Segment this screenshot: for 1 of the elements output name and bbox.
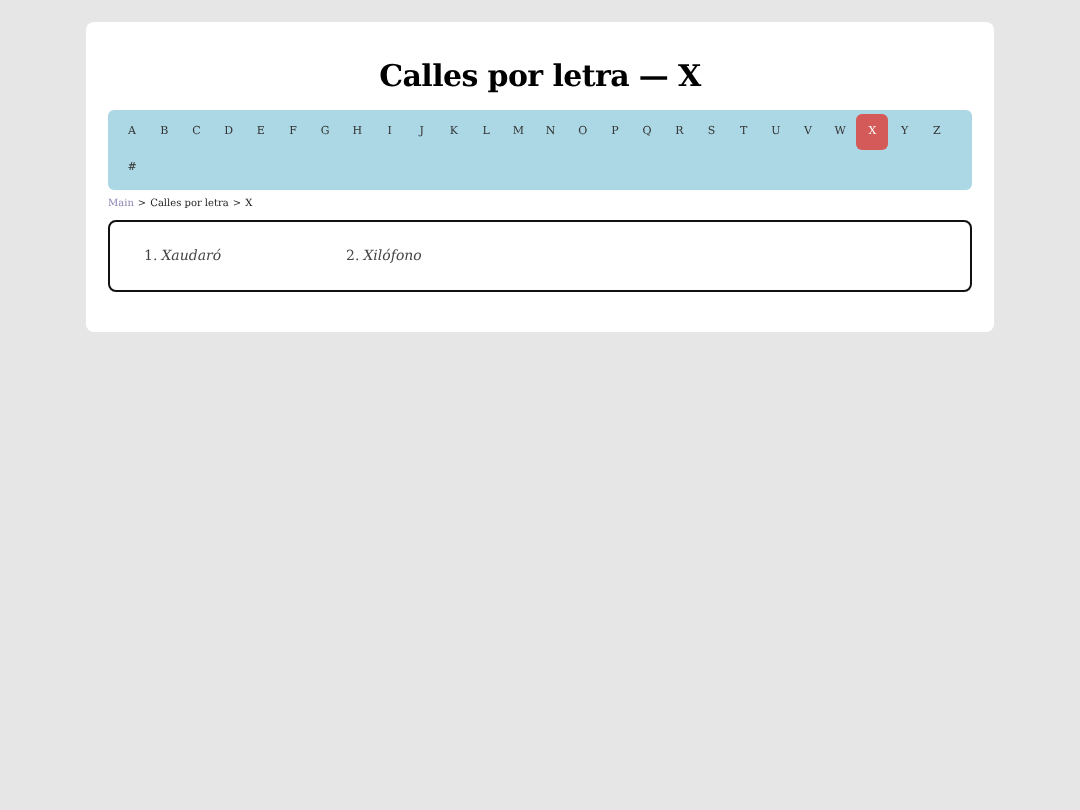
page-title: Calles por letra — X <box>377 58 704 94</box>
